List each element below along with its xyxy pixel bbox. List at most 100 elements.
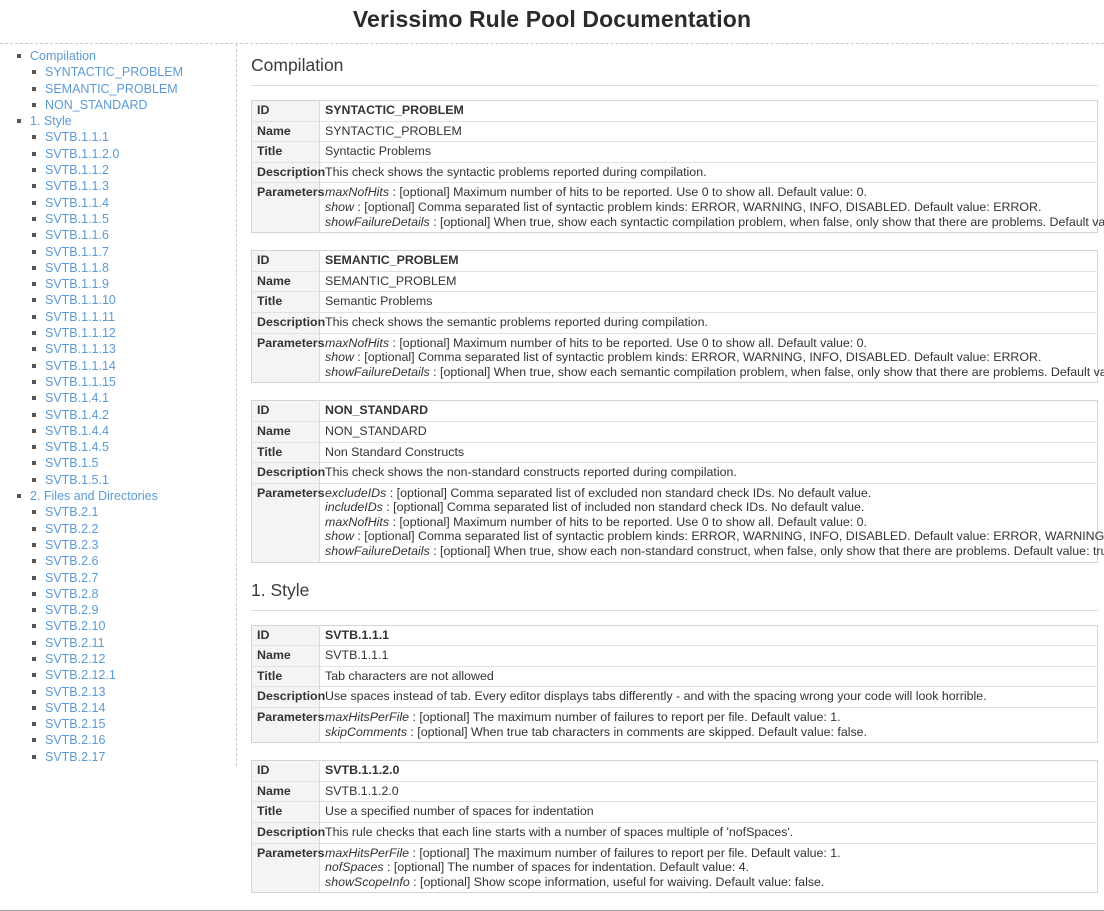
sidebar-item-svtb-2-12-1[interactable]: SVTB.2.12.1 — [45, 668, 116, 682]
sidebar-item-svtb-2-1[interactable]: SVTB.2.1 — [45, 505, 99, 519]
bullet-icon — [32, 445, 36, 450]
parameter-description: : [optional] The number of spaces for in… — [383, 860, 750, 875]
sidebar-item-svtb-2-6[interactable]: SVTB.2.6 — [45, 554, 99, 568]
row-value-title: Non Standard Constructs — [319, 441, 1098, 463]
parameter-line: maxNofHits : [optional] Maximum number o… — [325, 515, 1092, 530]
list-item: SVTB.2.9 — [0, 602, 236, 618]
parameter-name: nofSpaces — [325, 860, 384, 875]
list-item: SVTB.1.1.3 — [0, 178, 236, 194]
sidebar-item-svtb-2-11[interactable]: SVTB.2.11 — [45, 636, 105, 650]
sidebar-item-svtb-2-12[interactable]: SVTB.2.12 — [45, 652, 105, 666]
row-label-name: Name — [251, 780, 320, 802]
sidebar-item-svtb-1-5-1[interactable]: SVTB.1.5.1 — [45, 473, 109, 487]
parameter-line: showScopeInfo : [optional] Show scope in… — [325, 875, 1092, 890]
sidebar-item-svtb-2-17[interactable]: SVTB.2.17 — [45, 750, 105, 764]
sidebar-item-svtb-1-5[interactable]: SVTB.1.5 — [45, 456, 99, 470]
row-value-title: Tab characters are not allowed — [319, 665, 1098, 687]
list-item: SVTB.2.11 — [0, 635, 236, 651]
row-label-title: Title — [251, 441, 320, 463]
sidebar-item-svtb-2-9[interactable]: SVTB.2.9 — [45, 603, 99, 617]
sidebar-item-svtb-1-1-15[interactable]: SVTB.1.1.15 — [45, 375, 116, 389]
sidebar-item-svtb-1-4-1[interactable]: SVTB.1.4.1 — [45, 391, 109, 405]
sidebar-item-svtb-2-16[interactable]: SVTB.2.16 — [45, 733, 105, 747]
sidebar-item-svtb-1-1-8[interactable]: SVTB.1.1.8 — [45, 261, 109, 275]
table-row: Parameters maxNofHits : [optional] Maximu… — [251, 182, 1104, 233]
parameter-description: : [optional] Show scope information, use… — [409, 874, 825, 889]
list-item: SVTB.1.1.10 — [0, 292, 236, 308]
sidebar-item-svtb-1-4-4[interactable]: SVTB.1.4.4 — [45, 424, 109, 438]
toc-group-3: 4. Literal Values — [0, 765, 236, 766]
sidebar-item-svtb-2-2[interactable]: SVTB.2.2 — [45, 522, 99, 536]
sidebar-item-svtb-1-1-5[interactable]: SVTB.1.1.5 — [45, 212, 109, 226]
sidebar-item-svtb-2-15[interactable]: SVTB.2.15 — [45, 717, 105, 731]
row-label-parameters: Parameters — [251, 842, 325, 893]
list-item: SVTB.1.1.2 — [0, 162, 236, 178]
row-label-description: Description — [251, 462, 325, 484]
sidebar-item-2-files-and-directories[interactable]: 2. Files and Directories — [30, 489, 158, 503]
sidebar-item-svtb-2-7[interactable]: SVTB.2.7 — [45, 571, 99, 585]
parameter-description: : [optional] When true tab characters in… — [406, 724, 868, 739]
list-item: SVTB.2.13 — [0, 684, 236, 700]
row-label-id: ID — [251, 400, 320, 422]
list-item: SVTB.1.1.9 — [0, 276, 236, 292]
rule-table: ID SEMANTIC_PROBLEM Name SEMANTIC_PROBLEM Ti… — [251, 250, 1104, 384]
sidebar-item-svtb-1-1-2-0[interactable]: SVTB.1.1.2.0 — [45, 147, 119, 161]
parameter-description: : [optional] Comma separated list of syn… — [353, 199, 1042, 214]
parameter-name: maxHitsPerFile — [325, 845, 409, 860]
row-label-title: Title — [251, 665, 320, 687]
sidebar-item-svtb-1-1-9[interactable]: SVTB.1.1.9 — [45, 277, 109, 291]
sidebar-item-svtb-2-13[interactable]: SVTB.2.13 — [45, 685, 105, 699]
parameter-name: show — [325, 350, 354, 365]
table-row: Name SEMANTIC_PROBLEM — [251, 270, 1098, 292]
parameter-description: : [optional] Comma separated list of syn… — [353, 350, 1042, 365]
sidebar-item-svtb-2-3[interactable]: SVTB.2.3 — [45, 538, 99, 552]
sidebar-item-svtb-1-4-2[interactable]: SVTB.1.4.2 — [45, 408, 109, 422]
sidebar-item-svtb-1-1-4[interactable]: SVTB.1.1.4 — [45, 196, 109, 210]
list-item: SVTB.1.4.5 — [0, 439, 236, 455]
sidebar-item-svtb-1-1-6[interactable]: SVTB.1.1.6 — [45, 228, 109, 242]
bullet-icon — [32, 722, 36, 727]
bullet-icon — [32, 477, 36, 482]
parameter-line: skipComments : [optional] When true tab … — [325, 725, 1092, 740]
list-item: SVTB.1.5 — [0, 455, 236, 471]
toc-sublist-0: SYNTACTIC_PROBLEM SEMANTIC_PROBLEM NON_STA… — [0, 64, 236, 113]
sidebar-item-svtb-1-1-12[interactable]: SVTB.1.1.12 — [45, 326, 116, 340]
sidebar-item-svtb-1-1-2[interactable]: SVTB.1.1.2 — [45, 163, 109, 177]
bullet-icon — [32, 542, 36, 547]
main-content: Compilation ID SYNTACTIC_PROBLEM Name SYNTAC… — [237, 44, 1104, 910]
sidebar-item-svtb-1-1-1[interactable]: SVTB.1.1.1 — [45, 130, 109, 144]
sidebar-item-syntactic-problem[interactable]: SYNTACTIC_PROBLEM — [45, 65, 183, 79]
parameter-line: showFailureDetails : [optional] When tru… — [325, 365, 1104, 380]
bullet-icon — [32, 216, 36, 221]
bullet-icon — [32, 428, 36, 433]
sidebar-item-svtb-2-8[interactable]: SVTB.2.8 — [45, 587, 99, 601]
parameter-name: show — [325, 199, 354, 214]
sidebar-item-semantic-problem[interactable]: SEMANTIC_PROBLEM — [45, 82, 178, 96]
sidebar-item-svtb-1-1-11[interactable]: SVTB.1.1.11 — [45, 310, 115, 324]
bullet-icon — [32, 184, 36, 189]
sidebar-item-svtb-1-1-3[interactable]: SVTB.1.1.3 — [45, 179, 109, 193]
row-label-name: Name — [251, 645, 320, 667]
list-item: SVTB.1.1.13 — [0, 341, 236, 357]
parameter-description: : [optional] The maximum number of failu… — [409, 845, 841, 860]
row-value-parameters: maxNofHits : [optional] Maximum number o… — [319, 182, 1104, 233]
sidebar-item-compilation[interactable]: Compilation — [30, 49, 96, 63]
sidebar-item-non-standard[interactable]: NON_STANDARD — [45, 98, 148, 112]
list-item: SVTB.2.12.1 — [0, 667, 236, 683]
sidebar-item-1-style[interactable]: 1. Style — [30, 114, 72, 128]
list-item: SVTB.1.1.11 — [0, 309, 236, 325]
bullet-icon — [32, 86, 36, 91]
list-item: SVTB.2.7 — [0, 570, 236, 586]
row-label-parameters: Parameters — [251, 707, 325, 743]
sidebar-item-svtb-1-1-10[interactable]: SVTB.1.1.10 — [45, 293, 116, 307]
sidebar-item-svtb-1-1-13[interactable]: SVTB.1.1.13 — [45, 342, 116, 356]
sidebar-item-svtb-1-1-14[interactable]: SVTB.1.1.14 — [45, 359, 116, 373]
sidebar-item-svtb-1-1-7[interactable]: SVTB.1.1.7 — [45, 245, 109, 259]
list-item: SVTB.2.15 — [0, 716, 236, 732]
list-item: SVTB.1.4.1 — [0, 390, 236, 406]
sidebar-item-svtb-2-14[interactable]: SVTB.2.14 — [45, 701, 105, 715]
parameter-name: maxNofHits — [325, 185, 390, 200]
bullet-icon — [32, 168, 36, 173]
sidebar-item-svtb-2-10[interactable]: SVTB.2.10 — [45, 619, 105, 633]
sidebar-item-svtb-1-4-5[interactable]: SVTB.1.4.5 — [45, 440, 109, 454]
